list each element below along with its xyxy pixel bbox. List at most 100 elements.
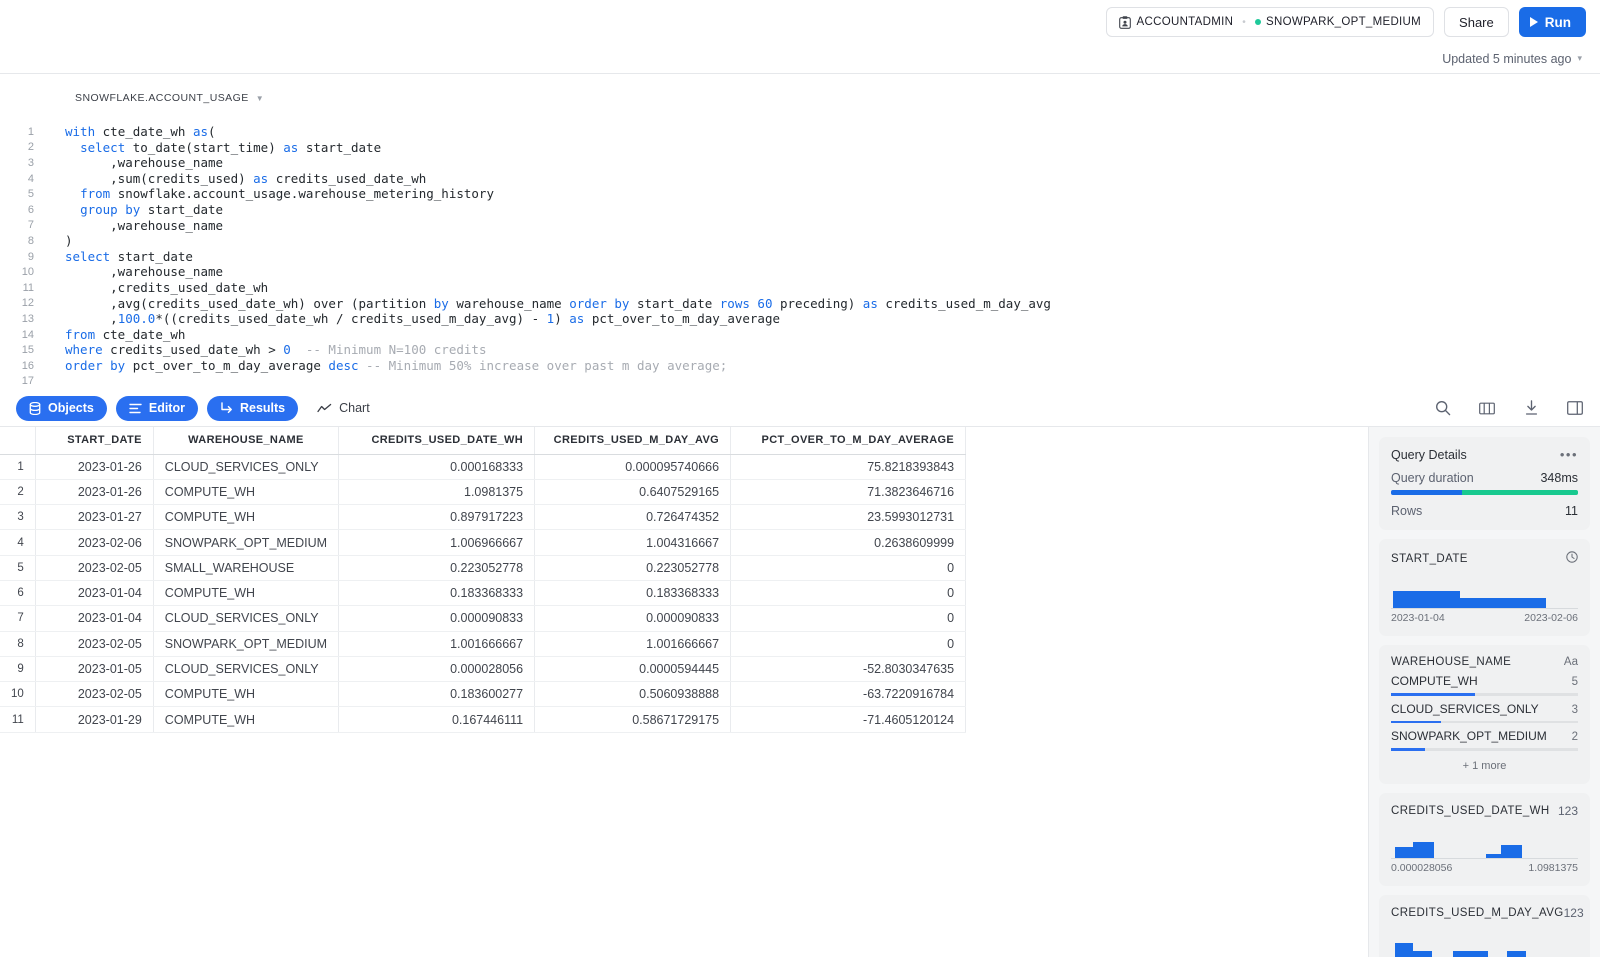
cell-pct-over-to-m-day-average[interactable]: 0.2638609999 xyxy=(731,530,966,555)
code-line[interactable]: 1with cte_date_wh as( xyxy=(0,124,1600,140)
code-line[interactable]: 13 ,100.0*((credits_used_date_wh / credi… xyxy=(0,311,1600,327)
cell-credits-used-date-wh[interactable]: 0.223052778 xyxy=(339,555,535,580)
code-lines[interactable]: 1with cte_date_wh as(2 select to_date(st… xyxy=(0,124,1600,389)
list-item[interactable]: SNOWPARK_OPT_MEDIUM2 xyxy=(1391,723,1578,751)
cell-warehouse-name[interactable]: SNOWPARK_OPT_MEDIUM xyxy=(153,530,338,555)
cell-credits-used-m-day-avg[interactable]: 0.726474352 xyxy=(535,505,731,530)
table-row[interactable]: 32023-01-27COMPUTE_WH0.8979172230.726474… xyxy=(0,505,966,530)
more-options-icon[interactable]: ••• xyxy=(1560,451,1578,459)
cell-credits-used-m-day-avg[interactable]: 0.58671729175 xyxy=(535,707,731,732)
cell-warehouse-name[interactable]: COMPUTE_WH xyxy=(153,479,338,504)
tab-results[interactable]: Results xyxy=(207,396,298,421)
run-button[interactable]: Run xyxy=(1519,7,1586,37)
column-header-pct-over-to-m-day-average[interactable]: PCT_OVER_TO_M_DAY_AVERAGE xyxy=(731,427,966,454)
cell-start-date[interactable]: 2023-01-26 xyxy=(35,454,153,479)
cell-pct-over-to-m-day-average[interactable]: 0 xyxy=(731,555,966,580)
code-line[interactable]: 16order by pct_over_to_m_day_average des… xyxy=(0,358,1600,374)
cell-warehouse-name[interactable]: CLOUD_SERVICES_ONLY xyxy=(153,656,338,681)
code-line[interactable]: 3 ,warehouse_name xyxy=(0,155,1600,171)
cell-credits-used-date-wh[interactable]: 0.000168333 xyxy=(339,454,535,479)
cell-warehouse-name[interactable]: SNOWPARK_OPT_MEDIUM xyxy=(153,631,338,656)
cell-start-date[interactable]: 2023-01-26 xyxy=(35,479,153,504)
cell-credits-used-m-day-avg[interactable]: 1.001666667 xyxy=(535,631,731,656)
cell-start-date[interactable]: 2023-01-27 xyxy=(35,505,153,530)
cell-pct-over-to-m-day-average[interactable]: -52.8030347635 xyxy=(731,656,966,681)
context-selector[interactable]: ACCOUNTADMIN • SNOWPARK_OPT_MEDIUM xyxy=(1106,7,1435,37)
row-index[interactable]: 10 xyxy=(0,682,35,707)
cell-pct-over-to-m-day-average[interactable]: 71.3823646716 xyxy=(731,479,966,504)
cell-warehouse-name[interactable]: CLOUD_SERVICES_ONLY xyxy=(153,454,338,479)
cell-credits-used-date-wh[interactable]: 1.001666667 xyxy=(339,631,535,656)
cell-credits-used-m-day-avg[interactable]: 0.000095740666 xyxy=(535,454,731,479)
row-index[interactable]: 3 xyxy=(0,505,35,530)
cell-credits-used-m-day-avg[interactable]: 0.223052778 xyxy=(535,555,731,580)
row-index[interactable]: 11 xyxy=(0,707,35,732)
list-item[interactable]: COMPUTE_WH5 xyxy=(1391,668,1578,696)
row-index[interactable]: 1 xyxy=(0,454,35,479)
column-header-start-date[interactable]: START_DATE xyxy=(35,427,153,454)
cell-start-date[interactable]: 2023-02-06 xyxy=(35,530,153,555)
table-row[interactable]: 92023-01-05CLOUD_SERVICES_ONLY0.00002805… xyxy=(0,656,966,681)
row-index[interactable]: 5 xyxy=(0,555,35,580)
share-button[interactable]: Share xyxy=(1444,7,1509,37)
sql-editor[interactable]: SNOWFLAKE.ACCOUNT_USAGE ▼ 1with cte_date… xyxy=(0,74,1600,390)
tab-chart[interactable]: Chart xyxy=(307,396,380,421)
role-selector[interactable]: ACCOUNTADMIN xyxy=(1119,16,1234,29)
code-line[interactable]: 17 xyxy=(0,374,1600,390)
cell-credits-used-date-wh[interactable]: 0.000090833 xyxy=(339,606,535,631)
cell-credits-used-m-day-avg[interactable]: 0.000090833 xyxy=(535,606,731,631)
column-header-credits-used-date-wh[interactable]: CREDITS_USED_DATE_WH xyxy=(339,427,535,454)
cell-pct-over-to-m-day-average[interactable]: 23.5993012731 xyxy=(731,505,966,530)
code-line[interactable]: 7 ,warehouse_name xyxy=(0,218,1600,234)
cell-pct-over-to-m-day-average[interactable]: 0 xyxy=(731,631,966,656)
table-row[interactable]: 22023-01-26COMPUTE_WH1.09813750.64075291… xyxy=(0,479,966,504)
cell-credits-used-date-wh[interactable]: 1.0981375 xyxy=(339,479,535,504)
row-index[interactable]: 6 xyxy=(0,580,35,605)
table-row[interactable]: 62023-01-04COMPUTE_WH0.1833683330.183368… xyxy=(0,580,966,605)
code-line[interactable]: 12 ,avg(credits_used_date_wh) over (part… xyxy=(0,296,1600,312)
cell-start-date[interactable]: 2023-01-04 xyxy=(35,606,153,631)
download-icon[interactable] xyxy=(1522,399,1540,417)
cell-credits-used-date-wh[interactable]: 0.183600277 xyxy=(339,682,535,707)
cell-pct-over-to-m-day-average[interactable]: 0 xyxy=(731,580,966,605)
table-row[interactable]: 12023-01-26CLOUD_SERVICES_ONLY0.00016833… xyxy=(0,454,966,479)
list-item[interactable]: CLOUD_SERVICES_ONLY3 xyxy=(1391,696,1578,724)
cell-start-date[interactable]: 2023-01-05 xyxy=(35,656,153,681)
cell-pct-over-to-m-day-average[interactable]: -63.7220916784 xyxy=(731,682,966,707)
cell-warehouse-name[interactable]: SMALL_WAREHOUSE xyxy=(153,555,338,580)
cell-warehouse-name[interactable]: COMPUTE_WH xyxy=(153,682,338,707)
cell-credits-used-date-wh[interactable]: 0.167446111 xyxy=(339,707,535,732)
cell-start-date[interactable]: 2023-01-04 xyxy=(35,580,153,605)
row-index[interactable]: 9 xyxy=(0,656,35,681)
split-panel-icon[interactable] xyxy=(1566,399,1584,417)
code-line[interactable]: 8) xyxy=(0,233,1600,249)
cell-credits-used-m-day-avg[interactable]: 1.004316667 xyxy=(535,530,731,555)
results-table-zone[interactable]: START_DATE WAREHOUSE_NAME CREDITS_USED_D… xyxy=(0,427,1368,957)
table-row[interactable]: 112023-01-29COMPUTE_WH0.1674461110.58671… xyxy=(0,707,966,732)
cell-credits-used-date-wh[interactable]: 0.897917223 xyxy=(339,505,535,530)
table-row[interactable]: 102023-02-05COMPUTE_WH0.1836002770.50609… xyxy=(0,682,966,707)
chevron-down-icon[interactable]: ▾ xyxy=(1577,53,1582,64)
cell-start-date[interactable]: 2023-01-29 xyxy=(35,707,153,732)
cell-warehouse-name[interactable]: COMPUTE_WH xyxy=(153,707,338,732)
code-line[interactable]: 9select start_date xyxy=(0,249,1600,265)
cell-credits-used-date-wh[interactable]: 0.000028056 xyxy=(339,656,535,681)
cell-pct-over-to-m-day-average[interactable]: 75.8218393843 xyxy=(731,454,966,479)
columns-icon[interactable] xyxy=(1478,399,1496,417)
cell-start-date[interactable]: 2023-02-05 xyxy=(35,555,153,580)
code-line[interactable]: 2 select to_date(start_time) as start_da… xyxy=(0,140,1600,156)
cell-credits-used-m-day-avg[interactable]: 0.6407529165 xyxy=(535,479,731,504)
database-context-selector[interactable]: SNOWFLAKE.ACCOUNT_USAGE ▼ xyxy=(75,92,264,104)
cell-credits-used-date-wh[interactable]: 0.183368333 xyxy=(339,580,535,605)
code-line[interactable]: 11 ,credits_used_date_wh xyxy=(0,280,1600,296)
cell-pct-over-to-m-day-average[interactable]: -71.4605120124 xyxy=(731,707,966,732)
table-row[interactable]: 52023-02-05SMALL_WAREHOUSE0.2230527780.2… xyxy=(0,555,966,580)
code-line[interactable]: 4 ,sum(credits_used) as credits_used_dat… xyxy=(0,171,1600,187)
cell-credits-used-m-day-avg[interactable]: 0.0000594445 xyxy=(535,656,731,681)
cell-credits-used-date-wh[interactable]: 1.006966667 xyxy=(339,530,535,555)
table-row[interactable]: 72023-01-04CLOUD_SERVICES_ONLY0.00009083… xyxy=(0,606,966,631)
cell-warehouse-name[interactable]: COMPUTE_WH xyxy=(153,580,338,605)
table-row[interactable]: 82023-02-05SNOWPARK_OPT_MEDIUM1.00166666… xyxy=(0,631,966,656)
code-line[interactable]: 6 group by start_date xyxy=(0,202,1600,218)
code-line[interactable]: 5 from snowflake.account_usage.warehouse… xyxy=(0,186,1600,202)
